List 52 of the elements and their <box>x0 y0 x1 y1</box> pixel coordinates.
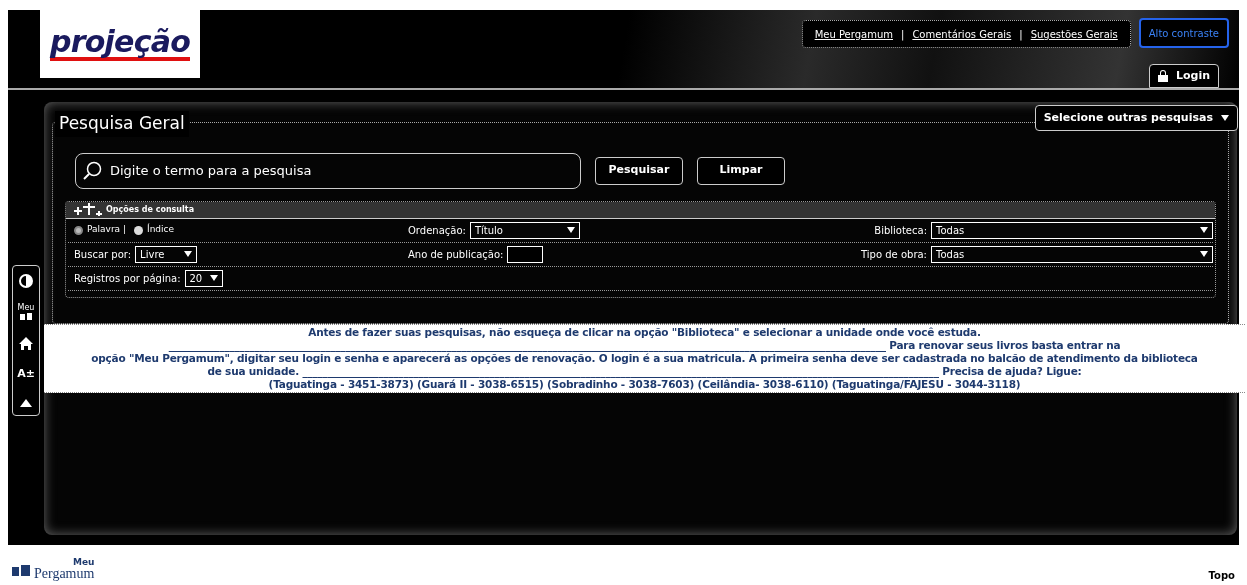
caret-icon <box>1200 251 1208 257</box>
radio-label: Palavra | <box>87 223 126 237</box>
books-icon <box>12 563 30 576</box>
caret-icon <box>566 227 575 233</box>
top-link[interactable]: Comentários Gerais <box>912 26 1012 42</box>
field-label: Ano de publicação: <box>408 247 504 262</box>
link-separator: | <box>1019 27 1023 42</box>
tool-label: Meu <box>17 304 35 312</box>
top-link[interactable]: Topo <box>1208 568 1235 583</box>
caret-icon <box>209 275 218 281</box>
caret-icon <box>184 251 193 257</box>
top-link[interactable]: Sugestões Gerais <box>1030 26 1118 42</box>
options-header[interactable]: Opções de consulta <box>66 201 1215 219</box>
field-label: Tipo de obra: <box>861 247 927 262</box>
field-label: Buscar por: <box>74 247 132 262</box>
login-button[interactable]: Login <box>1148 64 1219 88</box>
field-label: Registros por página: <box>74 271 181 286</box>
contrast-button[interactable]: Alto contraste <box>1138 18 1229 48</box>
radio-button[interactable] <box>134 225 143 235</box>
year-field[interactable] <box>507 245 544 263</box>
font-size-button[interactable]: A± <box>17 366 35 383</box>
search-by-select[interactable]: Livre <box>135 245 198 263</box>
lock-icon <box>1157 70 1168 82</box>
up-arrow-icon[interactable] <box>20 398 32 407</box>
field-label: Biblioteca: <box>874 223 927 238</box>
books-icon[interactable] <box>19 312 33 321</box>
ordering-select[interactable]: Título <box>469 221 580 239</box>
contrast-icon[interactable] <box>19 274 33 288</box>
per-page-select[interactable]: 20 <box>184 269 223 287</box>
work-type-select[interactable]: Todas <box>931 245 1213 263</box>
search-button[interactable]: Pesquisar <box>595 156 683 185</box>
top-link[interactable]: Meu Pergamum <box>814 26 893 42</box>
caret-icon <box>1221 115 1229 121</box>
search-field[interactable]: Digite o termo para a pesquisa <box>75 152 581 189</box>
search-icon <box>83 160 103 181</box>
section-title: Pesquisa Geral <box>55 111 189 137</box>
other-searches-dropdown[interactable]: Selecione outras pesquisas <box>1034 105 1238 131</box>
logo[interactable]: projeção <box>40 10 200 78</box>
pergamum-logo[interactable]: Meu Pergamum <box>12 558 95 581</box>
field-label: Ordenação: <box>408 223 466 238</box>
caret-icon <box>1200 227 1208 233</box>
library-select[interactable]: Todas <box>931 221 1213 239</box>
search-button[interactable]: Limpar <box>697 156 785 185</box>
notice-text: opção "Meu Pergamum", digitar seu login e senha e aparecerá as opções de renovação. O login é a sua matricula. A primeira senha deve ser cadastrada no balcão de atendimento da biblioteca <box>91 352 1198 365</box>
link-separator: | <box>901 27 905 42</box>
radio-button[interactable] <box>74 225 83 235</box>
notice-text: Antes de fazer suas pesquisas, não esqueça de clicar na opção "Biblioteca" e selecionar a unidade onde você estuda. <box>308 326 981 339</box>
notice-text: ______________________________________________________________________________________________________________________________________________ Para renovar seus livros basta entrar na <box>168 339 1121 352</box>
notice-text: de sua unidade. ______________________________________________________________________________________________________________________________ Precisa de ajuda? Ligue: <box>207 365 1082 378</box>
notice-text: (Taguatinga - 3451-3873) (Guará II - 3038-6515) (Sobradinho - 3038-7603) (Ceilândia- 3038-6110) (Taguatinga/FAJESU - 3044-3118) <box>268 378 1021 391</box>
radio-label: Índice <box>147 223 175 237</box>
home-icon[interactable] <box>19 337 33 350</box>
